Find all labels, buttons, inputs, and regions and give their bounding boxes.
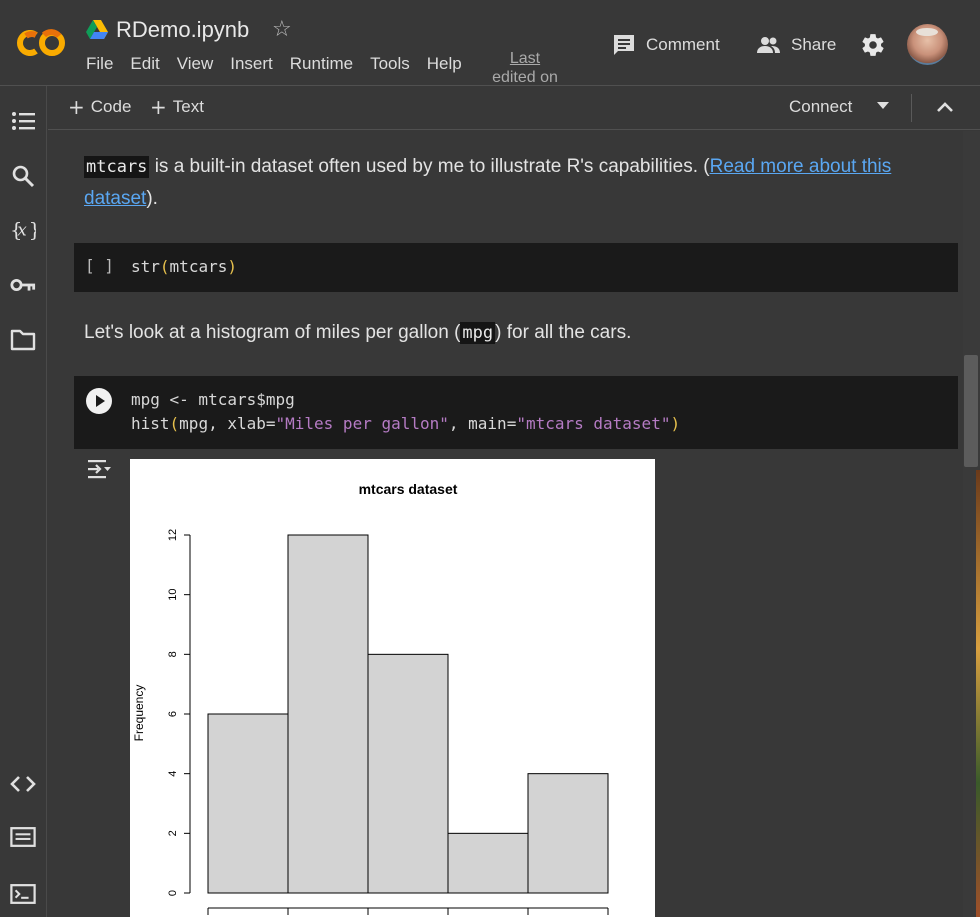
chevron-up-icon[interactable] — [936, 100, 954, 114]
inline-code-mpg: mpg — [460, 322, 496, 344]
text-tail: ). — [146, 188, 158, 209]
read-more-link[interactable]: Read more about this — [710, 156, 892, 177]
google-drive-icon — [86, 20, 108, 39]
histogram-svg: mtcars dataset Frequency 0 2 4 6 8 10 12 — [132, 481, 609, 915]
svg-text:x: x — [17, 220, 27, 240]
execution-count: [ ] — [85, 256, 114, 275]
menu-bar: File Edit View Insert Runtime Tools Help — [86, 54, 479, 74]
left-sidebar: { x } — [0, 86, 47, 917]
y-tick-label: 6 — [167, 711, 179, 717]
comment-button[interactable]: Comment — [612, 32, 720, 58]
output-actions-icon[interactable] — [86, 457, 112, 481]
search-icon[interactable] — [10, 163, 36, 189]
last-edited-line2: edited on — [492, 69, 558, 86]
menu-tools[interactable]: Tools — [370, 54, 410, 74]
y-tick-label: 8 — [167, 651, 179, 657]
plus-icon: + — [68, 95, 85, 119]
code-cell-str[interactable]: [ ] str(mtcars) — [74, 243, 958, 292]
y-tick-label: 2 — [167, 830, 179, 836]
terminal-icon[interactable] — [10, 881, 36, 907]
code-fn: str — [131, 257, 160, 276]
text-cell-mtcars[interactable]: mtcars is a built-in dataset often used … — [84, 151, 944, 215]
scrollbar-thumb[interactable] — [964, 355, 978, 467]
code-arg: mtcars — [169, 257, 228, 276]
notebook-toolbar: + Code + Text Connect — [48, 86, 980, 130]
comment-icon — [614, 35, 634, 55]
settings-gear-icon[interactable] — [860, 32, 886, 58]
text-after: ) for all the cars. — [495, 322, 632, 343]
command-palette-icon[interactable] — [10, 824, 36, 850]
menu-help[interactable]: Help — [427, 54, 462, 74]
people-icon — [757, 37, 780, 53]
background-edge — [976, 470, 980, 917]
code-paren: ( — [159, 257, 170, 276]
toolbar-divider — [911, 94, 912, 122]
add-code-label: Code — [90, 97, 132, 116]
code-args: , main= — [448, 414, 517, 433]
code-snippets-icon[interactable] — [10, 771, 36, 797]
add-text-label: Text — [172, 97, 204, 116]
svg-text:}: } — [29, 219, 36, 242]
secrets-key-icon[interactable] — [10, 272, 36, 298]
y-axis: 0 2 4 6 8 10 12 — [167, 529, 191, 896]
text-cell-histogram[interactable]: Let's look at a histogram of miles per g… — [84, 317, 631, 349]
bar-group — [207, 534, 609, 894]
code-fn: hist — [131, 414, 170, 433]
table-of-contents-icon[interactable] — [10, 108, 36, 134]
histogram-bar — [447, 832, 529, 894]
y-tick-label: 12 — [167, 529, 179, 541]
top-header: RDemo.ipynb ☆ File Edit View Insert Runt… — [0, 0, 980, 86]
histogram-bar — [367, 653, 449, 894]
run-cell-button[interactable] — [86, 388, 112, 414]
inline-code-mtcars: mtcars — [84, 156, 150, 178]
share-button[interactable]: Share — [756, 32, 836, 58]
code-line-1: mpg <- mtcars$mpg — [131, 390, 295, 409]
code-line-2: hist(mpg, xlab="Miles per gallon", main=… — [131, 412, 680, 436]
add-code-button[interactable]: + Code — [68, 97, 131, 117]
notebook-content: mtcars is a built-in dataset often used … — [48, 131, 963, 917]
histogram-bar — [527, 773, 609, 894]
code-block: mpg <- mtcars$mpg hist(mpg, xlab="Miles p… — [131, 388, 680, 436]
last-edited-link[interactable]: Last edited on — [489, 49, 561, 87]
dataset-link[interactable]: dataset — [84, 188, 146, 209]
folder-icon[interactable] — [10, 327, 36, 353]
y-tick-label: 10 — [167, 589, 179, 601]
code-args: mpg, xlab= — [179, 414, 276, 433]
x-axis — [207, 907, 609, 915]
connect-button[interactable]: Connect — [789, 97, 852, 117]
histogram-bar — [207, 713, 289, 894]
caret-down-icon[interactable] — [876, 100, 890, 110]
menu-runtime[interactable]: Runtime — [290, 54, 353, 74]
chart-ylabel: Frequency — [132, 685, 146, 742]
share-label: Share — [791, 35, 837, 54]
code-string: "mtcars dataset" — [516, 414, 671, 433]
menu-insert[interactable]: Insert — [230, 54, 273, 74]
menu-view[interactable]: View — [177, 54, 214, 74]
last-edited-line1: Last — [509, 50, 541, 67]
code-cell-hist[interactable]: mpg <- mtcars$mpg hist(mpg, xlab="Miles p… — [74, 376, 958, 449]
star-icon[interactable]: ☆ — [272, 17, 292, 42]
notebook-title[interactable]: RDemo.ipynb — [116, 17, 249, 43]
histogram-output: mtcars dataset Frequency 0 2 4 6 8 10 12 — [130, 459, 655, 917]
y-tick-label: 4 — [167, 771, 179, 777]
text-body: is a built-in dataset often used by me t… — [149, 156, 710, 177]
code-line: str(mtcars) — [131, 255, 237, 279]
add-text-button[interactable]: + Text — [150, 97, 204, 117]
text-before: Let's look at a histogram of miles per g… — [84, 322, 461, 343]
chart-title: mtcars dataset — [359, 481, 458, 497]
code-paren: ( — [169, 414, 180, 433]
colab-logo[interactable] — [14, 26, 68, 60]
user-avatar[interactable] — [907, 24, 948, 65]
code-string: "Miles per gallon" — [275, 414, 449, 433]
comment-label: Comment — [646, 35, 720, 54]
variables-icon[interactable]: { x } — [10, 217, 36, 243]
y-tick-label: 0 — [167, 890, 179, 896]
plus-icon: + — [150, 95, 167, 119]
code-paren: ) — [670, 414, 681, 433]
code-paren: ) — [227, 257, 237, 276]
histogram-bar — [287, 534, 369, 894]
menu-file[interactable]: File — [86, 54, 113, 74]
menu-edit[interactable]: Edit — [130, 54, 159, 74]
